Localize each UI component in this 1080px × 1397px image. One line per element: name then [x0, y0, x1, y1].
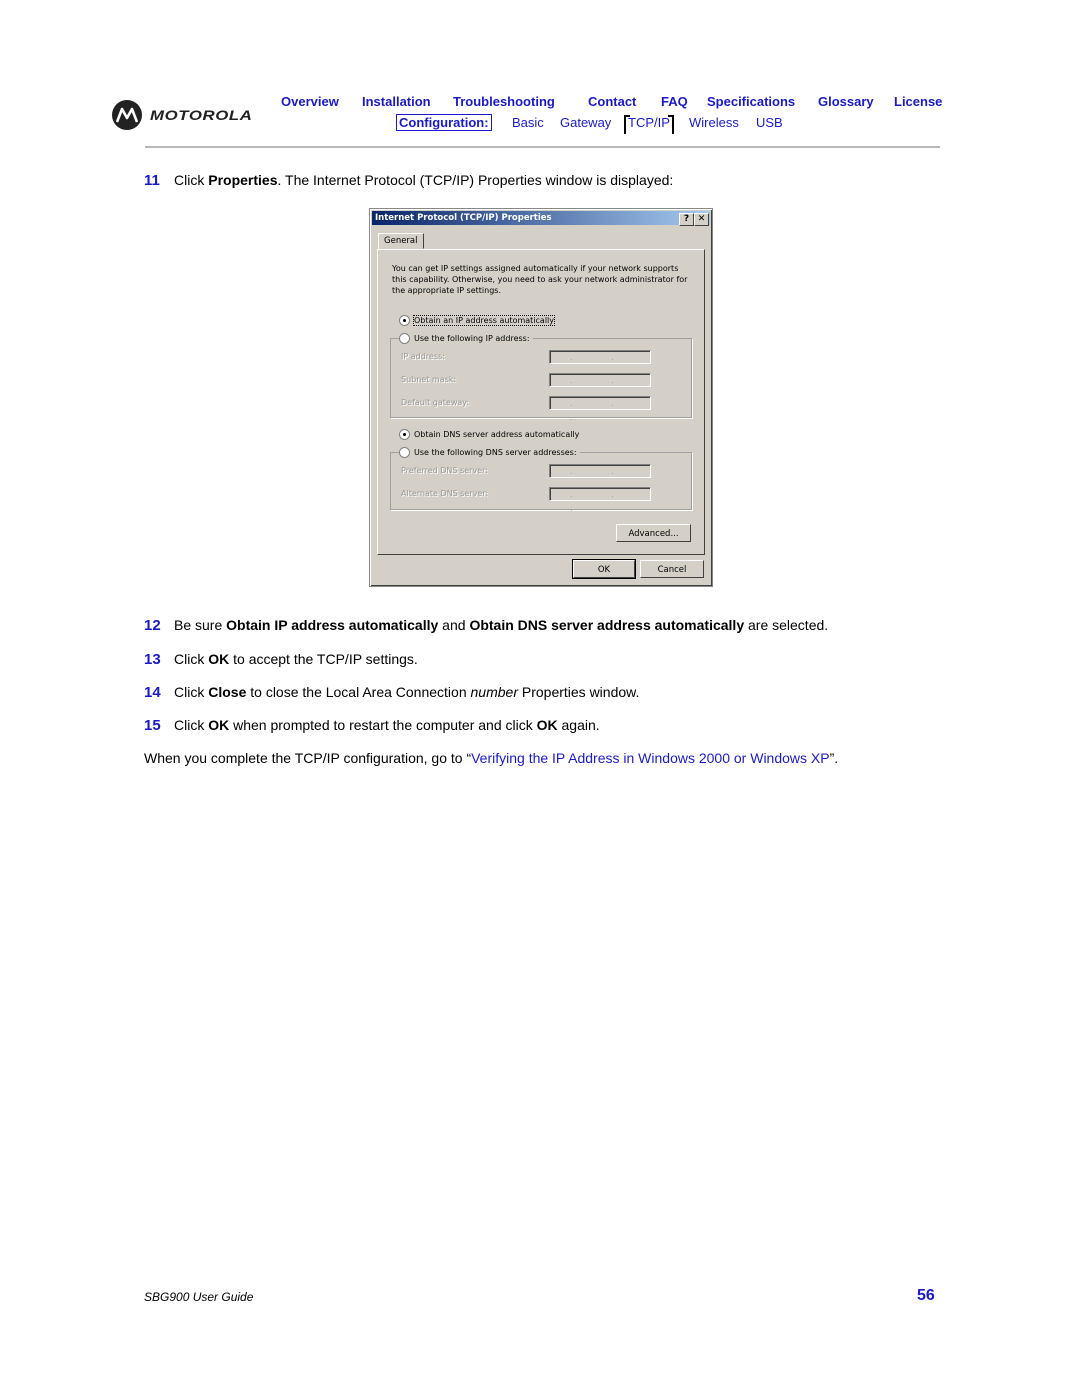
radio-use-following-dns[interactable]: Use the following DNS server addresses:	[399, 447, 580, 458]
brand-name: MOTOROLA	[150, 107, 253, 123]
closing-paragraph: When you complete the TCP/IP configurati…	[144, 750, 839, 766]
header-divider	[145, 146, 940, 148]
nav-usb[interactable]: USB	[756, 115, 783, 130]
ip-address-input[interactable]: . . .	[549, 350, 651, 376]
advanced-button[interactable]: Advanced...	[616, 524, 691, 542]
general-panel: You can get IP settings assigned automat…	[377, 249, 705, 555]
alternate-dns-input[interactable]: . . .	[549, 487, 651, 513]
step-11: 11 Click Properties. The Internet Protoco…	[144, 172, 674, 189]
preferred-dns-label: Preferred DNS server:	[401, 466, 488, 475]
nav-installation[interactable]: Installation	[362, 94, 431, 109]
footer-guide-title: SBG900 User Guide	[144, 1290, 254, 1304]
radio-obtain-dns-auto[interactable]: Obtain DNS server address automatically	[399, 429, 579, 440]
subnet-mask-label: Subnet mask:	[401, 375, 457, 384]
nav-tcpip-current[interactable]: TCP/IP	[624, 115, 674, 134]
ip-address-label: IP address:	[401, 352, 445, 361]
dialog-title: Internet Protocol (TCP/IP) Properties	[375, 213, 552, 223]
nav-wireless[interactable]: Wireless	[689, 115, 739, 130]
motorola-batwing-icon	[112, 100, 142, 130]
nav-configuration[interactable]: Configuration:	[396, 114, 492, 131]
ok-button[interactable]: OK	[572, 559, 636, 579]
nav-overview[interactable]: Overview	[281, 94, 339, 109]
default-gateway-label: Default gateway:	[401, 398, 470, 407]
dialog-title-bar: Internet Protocol (TCP/IP) Properties ? …	[372, 211, 710, 226]
step-12: 12 Be sure Obtain IP address automaticall…	[144, 617, 829, 634]
nav-license[interactable]: License	[894, 94, 942, 109]
alternate-dns-label: Alternate DNS server:	[401, 489, 489, 498]
default-gateway-input[interactable]: . . .	[549, 396, 651, 422]
nav-basic[interactable]: Basic	[512, 115, 544, 130]
nav-gateway[interactable]: Gateway	[560, 115, 611, 130]
nav-troubleshooting[interactable]: Troubleshooting	[453, 94, 555, 109]
nav-faq[interactable]: FAQ	[661, 94, 688, 109]
motorola-logo: MOTOROLA	[112, 100, 252, 130]
step-15: 15 Click OK when prompted to restart the …	[144, 717, 600, 734]
subnet-mask-input[interactable]: . . .	[549, 373, 651, 399]
help-icon[interactable]: ?	[679, 213, 694, 226]
nav-glossary[interactable]: Glossary	[818, 94, 874, 109]
preferred-dns-input[interactable]: . . .	[549, 464, 651, 490]
radio-unselected-icon	[399, 447, 410, 458]
dialog-description: You can get IP settings assigned automat…	[392, 264, 688, 295]
nav-specifications[interactable]: Specifications	[707, 94, 795, 109]
radio-selected-icon	[399, 315, 410, 326]
page-number: 56	[917, 1287, 935, 1304]
radio-use-following-ip[interactable]: Use the following IP address:	[399, 333, 533, 344]
radio-obtain-ip-auto[interactable]: Obtain an IP address automatically	[399, 315, 556, 326]
nav-contact[interactable]: Contact	[588, 94, 636, 109]
manual-dns-group	[390, 452, 692, 510]
step-14: 14 Click Close to close the Local Area Co…	[144, 684, 640, 701]
cancel-button[interactable]: Cancel	[640, 560, 704, 578]
radio-selected-icon	[399, 429, 410, 440]
step-13: 13 Click OK to accept the TCP/IP settings…	[144, 651, 418, 668]
tab-general[interactable]: General	[378, 233, 424, 249]
close-icon[interactable]: ✕	[694, 213, 709, 226]
tcpip-properties-dialog: Internet Protocol (TCP/IP) Properties ? …	[369, 208, 713, 587]
radio-unselected-icon	[399, 333, 410, 344]
verify-ip-link[interactable]: Verifying the IP Address in Windows 2000…	[471, 750, 829, 766]
